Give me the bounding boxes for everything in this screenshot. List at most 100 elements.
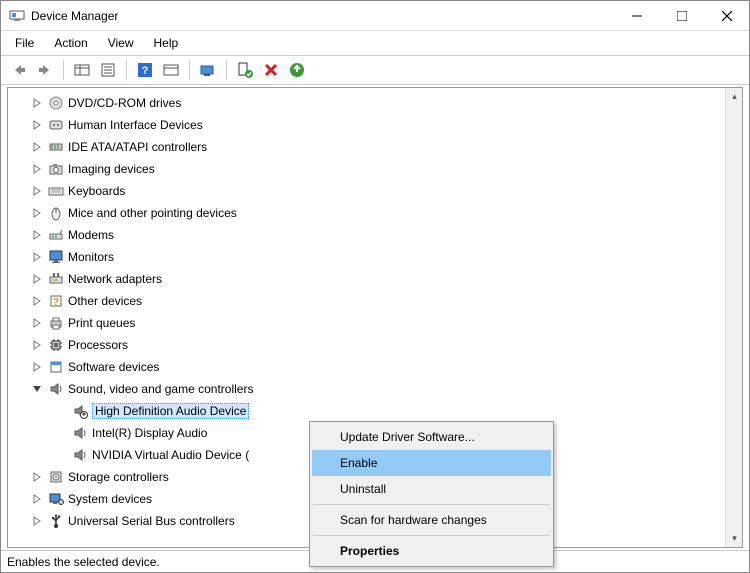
no-expand	[54, 426, 68, 440]
tree-item[interactable]: Monitors	[16, 246, 742, 268]
menu-separator	[313, 535, 550, 536]
close-button[interactable]	[704, 1, 749, 31]
tree-item-label: Modems	[68, 228, 114, 242]
menu-view[interactable]: View	[98, 33, 144, 53]
context-menu-item[interactable]: Scan for hardware changes	[312, 507, 551, 533]
system-icon	[47, 490, 65, 508]
properties-button[interactable]	[96, 58, 120, 82]
action-button[interactable]	[159, 58, 183, 82]
scroll-down-icon[interactable]: ▾	[727, 530, 742, 547]
hid-icon	[47, 116, 65, 134]
expand-icon[interactable]	[30, 118, 44, 132]
tree-item-label: Mice and other pointing devices	[68, 206, 237, 220]
help-button[interactable]: ?	[133, 58, 157, 82]
tree-item-label: Print queues	[68, 316, 135, 330]
tree-item[interactable]: Mice and other pointing devices	[16, 202, 742, 224]
menu-action[interactable]: Action	[44, 33, 97, 53]
expand-icon[interactable]	[30, 96, 44, 110]
status-text: Enables the selected device.	[7, 555, 160, 569]
context-menu-item[interactable]: Properties	[312, 538, 551, 564]
toolbar: ?	[1, 55, 749, 85]
tree-item[interactable]: ? Other devices	[16, 290, 742, 312]
enable-button[interactable]	[233, 58, 257, 82]
scroll-up-icon[interactable]: ▴	[727, 88, 742, 105]
mouse-icon	[47, 204, 65, 222]
expand-icon[interactable]	[30, 294, 44, 308]
tree-item-label: Monitors	[68, 250, 114, 264]
tree-item-label: Other devices	[68, 294, 142, 308]
update-driver-button[interactable]	[285, 58, 309, 82]
tree-item-label: Universal Serial Bus controllers	[68, 514, 235, 528]
expand-icon[interactable]	[30, 162, 44, 176]
expand-icon[interactable]	[30, 272, 44, 286]
usb-icon	[47, 512, 65, 530]
tree-item-label: High Definition Audio Device	[92, 403, 249, 419]
expand-icon[interactable]	[30, 470, 44, 484]
tree-item[interactable]: Print queues	[16, 312, 742, 334]
tree-item[interactable]: Network adapters	[16, 268, 742, 290]
context-menu-item[interactable]: Update Driver Software...	[312, 424, 551, 450]
tree-item[interactable]: Processors	[16, 334, 742, 356]
tree-item[interactable]: Sound, video and game controllers	[16, 378, 742, 400]
scan-hardware-button[interactable]	[196, 58, 220, 82]
menu-help[interactable]: Help	[144, 33, 189, 53]
camera-icon	[47, 160, 65, 178]
cpu-icon	[47, 336, 65, 354]
context-menu-item[interactable]: Uninstall	[312, 476, 551, 502]
show-hidden-button[interactable]	[70, 58, 94, 82]
tree-item[interactable]: Keyboards	[16, 180, 742, 202]
context-menu-item[interactable]: Enable	[312, 450, 551, 476]
expand-icon[interactable]	[30, 228, 44, 242]
tree-item[interactable]: Imaging devices	[16, 158, 742, 180]
ide-icon	[47, 138, 65, 156]
forward-button[interactable]	[33, 58, 57, 82]
expand-icon[interactable]	[30, 514, 44, 528]
expand-icon[interactable]	[30, 316, 44, 330]
tree-item-label: Sound, video and game controllers	[68, 382, 253, 396]
expand-icon[interactable]	[30, 492, 44, 506]
tree-item-label: Processors	[68, 338, 128, 352]
no-expand	[54, 404, 68, 418]
tree-item-label: Intel(R) Display Audio	[92, 426, 207, 440]
toolbar-separator	[189, 60, 190, 80]
tree-item-label: System devices	[68, 492, 152, 506]
network-icon	[47, 270, 65, 288]
tree-item[interactable]: High Definition Audio Device	[16, 400, 742, 422]
tree-item-label: Software devices	[68, 360, 159, 374]
title-bar: Device Manager	[1, 1, 749, 31]
expand-icon[interactable]	[30, 140, 44, 154]
menu-file[interactable]: File	[5, 33, 44, 53]
vertical-scrollbar[interactable]: ▴ ▾	[725, 88, 742, 547]
keyboard-icon	[47, 182, 65, 200]
expand-icon[interactable]	[30, 184, 44, 198]
context-menu: Update Driver Software...EnableUninstall…	[309, 421, 554, 567]
toolbar-separator	[126, 60, 127, 80]
tree-item[interactable]: Human Interface Devices	[16, 114, 742, 136]
collapse-icon[interactable]	[30, 382, 44, 396]
back-button[interactable]	[7, 58, 31, 82]
speaker-disabled-icon	[71, 402, 89, 420]
expand-icon[interactable]	[30, 360, 44, 374]
no-expand	[54, 448, 68, 462]
storage-icon	[47, 468, 65, 486]
app-icon	[9, 8, 25, 24]
maximize-button[interactable]	[659, 1, 704, 31]
svg-text:?: ?	[53, 297, 59, 308]
window-title: Device Manager	[31, 9, 614, 23]
disc-icon	[47, 94, 65, 112]
uninstall-button[interactable]	[259, 58, 283, 82]
expand-icon[interactable]	[30, 338, 44, 352]
expand-icon[interactable]	[30, 250, 44, 264]
tree-item[interactable]: DVD/CD-ROM drives	[16, 92, 742, 114]
tree-item[interactable]: Software devices	[16, 356, 742, 378]
speaker-icon	[71, 424, 89, 442]
printer-icon	[47, 314, 65, 332]
speaker-icon	[47, 380, 65, 398]
expand-icon[interactable]	[30, 206, 44, 220]
tree-item-label: IDE ATA/ATAPI controllers	[68, 140, 207, 154]
toolbar-separator	[63, 60, 64, 80]
minimize-button[interactable]	[614, 1, 659, 31]
tree-item[interactable]: Modems	[16, 224, 742, 246]
toolbar-separator	[226, 60, 227, 80]
tree-item[interactable]: IDE ATA/ATAPI controllers	[16, 136, 742, 158]
